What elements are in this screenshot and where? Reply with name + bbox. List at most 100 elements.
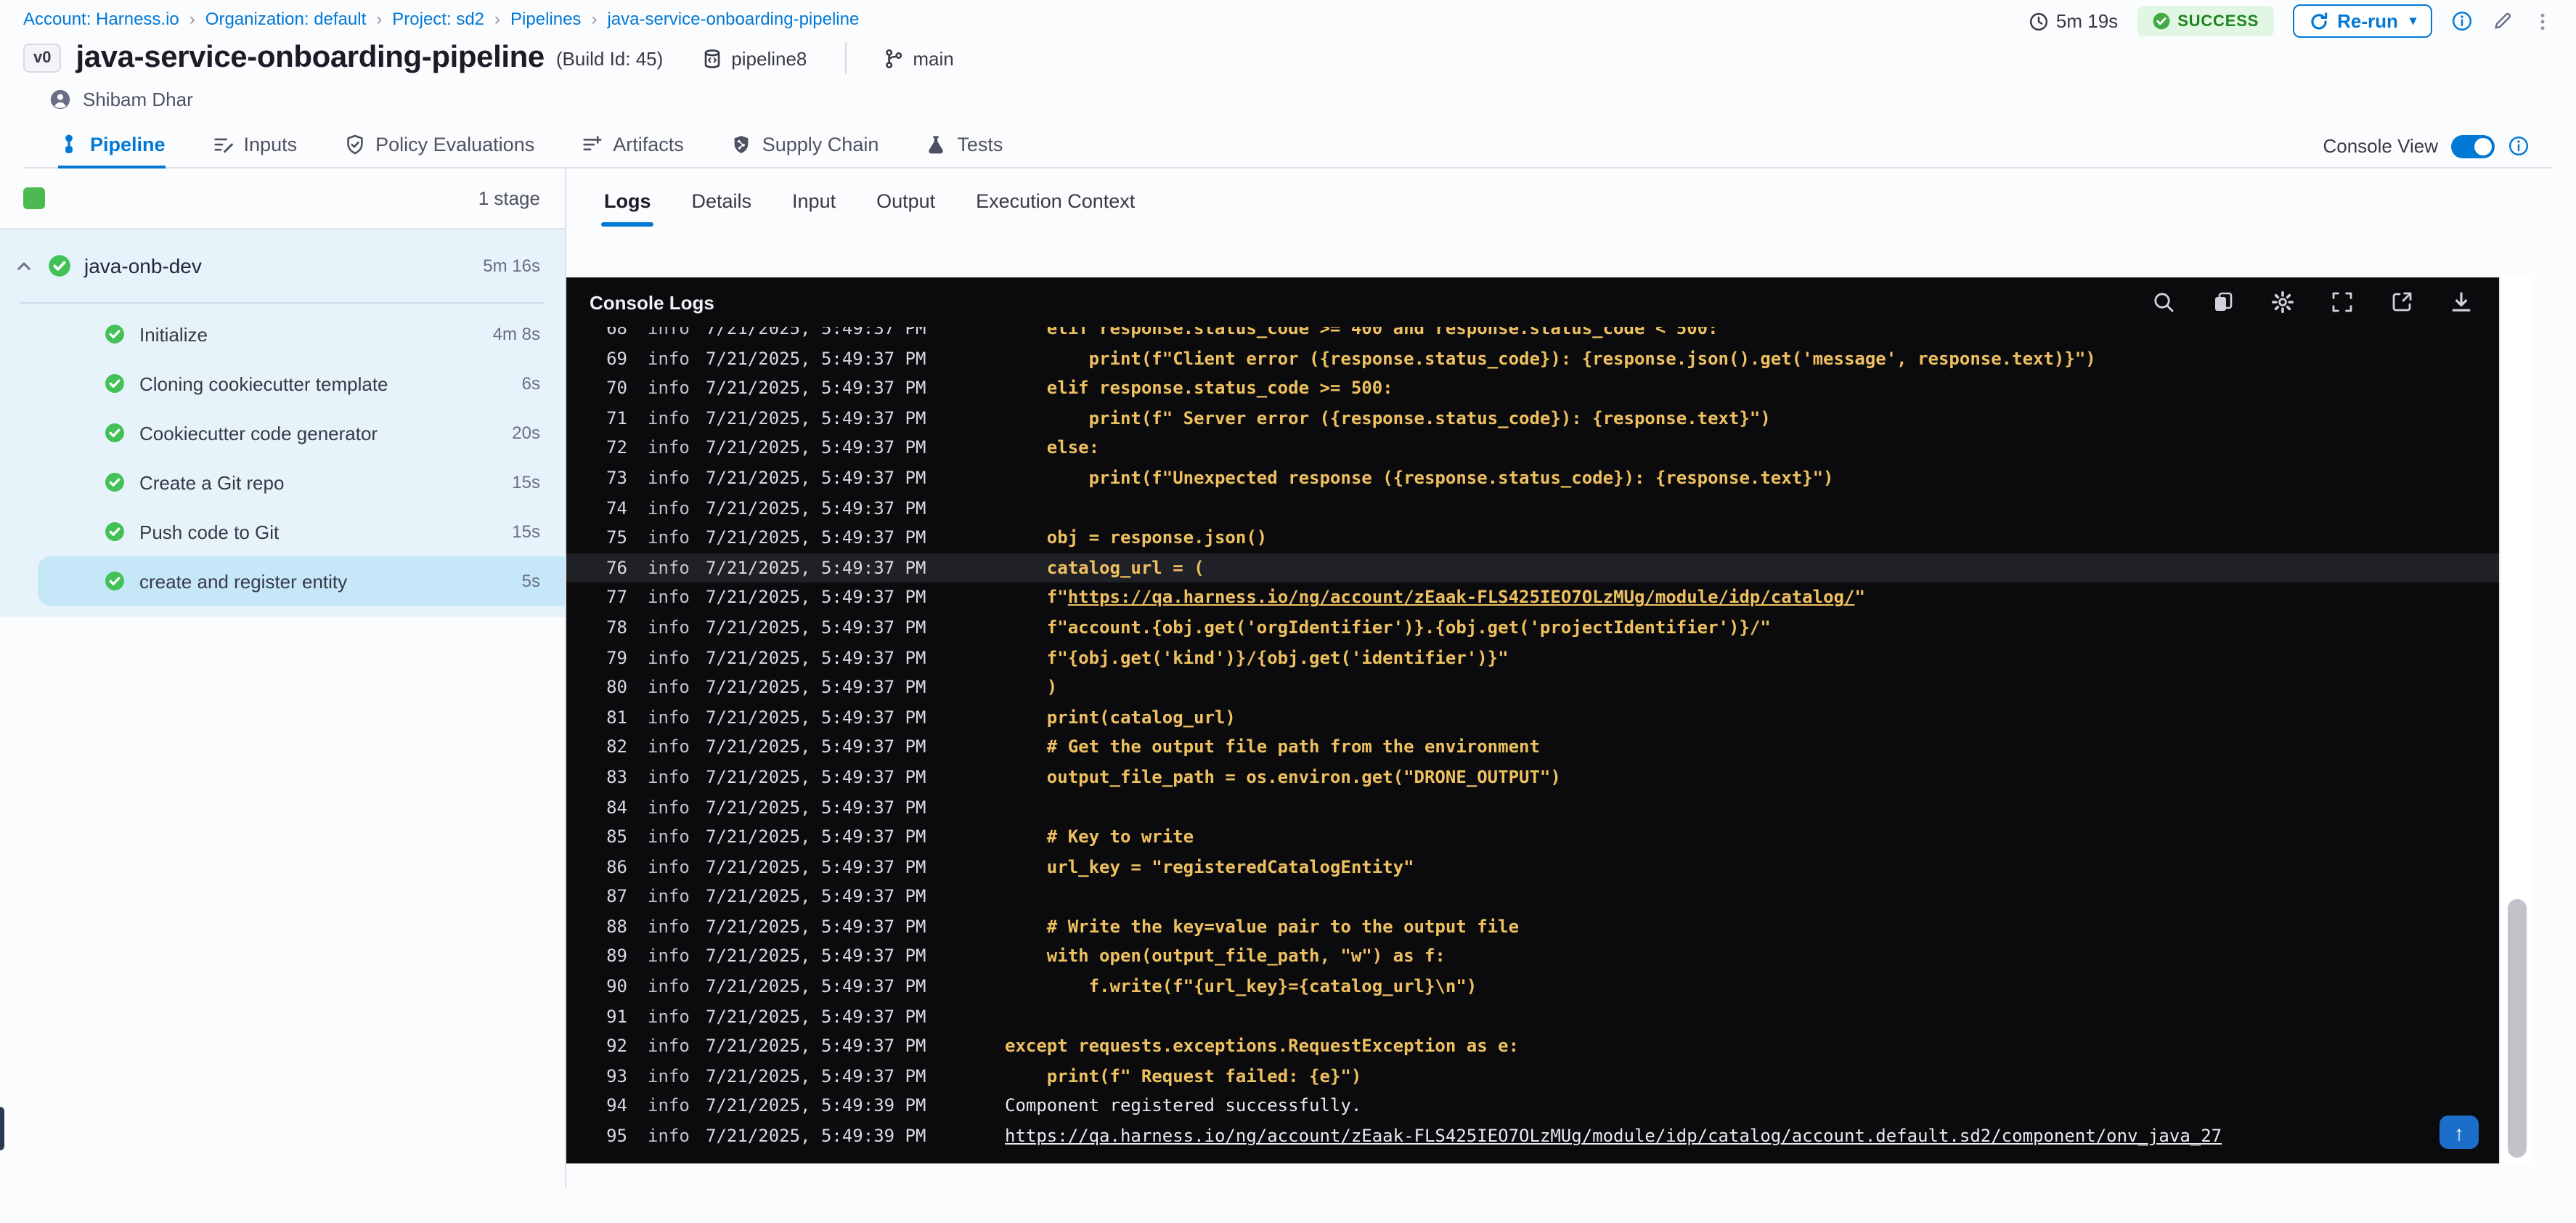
detail-tab-input[interactable]: Input xyxy=(792,190,836,227)
log-line-number: 94 xyxy=(606,1095,627,1116)
info-icon[interactable] xyxy=(2508,135,2530,157)
tab-supply-chain[interactable]: Supply Chain xyxy=(730,125,879,167)
step-duration: 5s xyxy=(521,571,540,591)
console-view-toggle[interactable] xyxy=(2451,134,2495,158)
build-id-label: (Build Id: 45) xyxy=(555,47,664,69)
chevron-up-icon[interactable] xyxy=(15,256,33,275)
log-timestamp: 7/21/2025, 5:49:37 PM xyxy=(706,736,926,757)
detail-tab-output[interactable]: Output xyxy=(876,190,935,227)
tab-artifacts[interactable]: Artifacts xyxy=(581,125,684,167)
detail-tab-logs[interactable]: Logs xyxy=(600,190,655,227)
copy-button[interactable] xyxy=(2212,290,2235,314)
breadcrumb-link[interactable]: java-service-onboarding-pipeline xyxy=(607,9,859,29)
copy-icon xyxy=(2212,290,2235,314)
log-timestamp: 7/21/2025, 5:49:37 PM xyxy=(706,378,926,399)
step-row-cookiecutter-code-generator[interactable]: Cookiecutter code generator 20s xyxy=(0,408,565,458)
log-line-number: 89 xyxy=(606,946,627,967)
step-success-icon xyxy=(105,373,125,394)
log-line: 71 info 7/21/2025, 5:49:37 PM print(f" Ser… xyxy=(566,404,2499,434)
step-success-icon xyxy=(105,472,125,492)
tab-tests[interactable]: Tests xyxy=(925,125,1003,167)
log-viewport[interactable]: 68 info 7/21/2025, 5:49:37 PM elif respons… xyxy=(566,327,2499,1163)
log-line: 85 info 7/21/2025, 5:49:37 PM # Key to wri… xyxy=(566,822,2499,852)
download-button[interactable] xyxy=(2450,290,2473,314)
breadcrumb-separator-icon: › xyxy=(591,9,598,29)
log-level: info xyxy=(648,1095,690,1116)
log-line-number: 79 xyxy=(606,647,627,668)
log-message: # Write the key=value pair to the output… xyxy=(1005,916,1520,937)
scrollbar-thumb[interactable] xyxy=(2508,899,2527,1158)
console-scrollbar[interactable] xyxy=(2499,277,2532,1163)
log-message: with open(output_file_path, "w") as f: xyxy=(1005,946,1446,967)
step-row-initialize[interactable]: Initialize 4m 8s xyxy=(0,309,565,359)
tab-inputs[interactable]: Inputs xyxy=(212,125,298,167)
info-icon xyxy=(2451,10,2473,32)
breadcrumb-link[interactable]: Project: sd2 xyxy=(392,9,484,29)
search-button[interactable] xyxy=(2152,290,2175,314)
log-timestamp: 7/21/2025, 5:49:37 PM xyxy=(706,856,926,877)
step-row-create-a-git-repo[interactable]: Create a Git repo 15s xyxy=(0,458,565,507)
info-button[interactable] xyxy=(2451,10,2473,32)
log-line: 77 info 7/21/2025, 5:49:37 PM f"https://qa… xyxy=(566,583,2499,613)
log-level: info xyxy=(648,797,690,817)
step-row-create-and-register-entity[interactable]: create and register entity 5s xyxy=(38,556,565,606)
log-level: info xyxy=(648,976,690,997)
tab-pipeline[interactable]: Pipeline xyxy=(58,125,166,168)
log-message: ) xyxy=(1005,677,1058,698)
log-timestamp: 7/21/2025, 5:49:37 PM xyxy=(706,647,926,668)
log-level: info xyxy=(648,557,690,578)
scroll-to-top-button[interactable]: ↑ xyxy=(2440,1116,2479,1149)
step-duration: 6s xyxy=(521,373,540,394)
log-line: 68 info 7/21/2025, 5:49:37 PM elif respons… xyxy=(566,327,2499,344)
branch-label: main xyxy=(913,47,954,69)
title-row: v0 java-service-onboarding-pipeline (Bui… xyxy=(23,41,2553,76)
log-line-number: 82 xyxy=(606,736,627,757)
rerun-label: Re-run xyxy=(2337,10,2398,32)
log-level: info xyxy=(648,1006,690,1027)
log-line-number: 83 xyxy=(606,766,627,787)
log-timestamp: 7/21/2025, 5:49:37 PM xyxy=(706,437,926,458)
edit-pipeline-button[interactable] xyxy=(2492,10,2514,32)
log-timestamp: 7/21/2025, 5:49:37 PM xyxy=(706,497,926,519)
breadcrumb-link[interactable]: Pipelines xyxy=(510,9,581,29)
tab-policy-evaluations[interactable]: Policy Evaluations xyxy=(343,125,534,167)
more-options-button[interactable] xyxy=(2532,11,2553,31)
pipeline-icon xyxy=(58,134,80,155)
step-duration: 15s xyxy=(512,472,540,492)
log-line-number: 86 xyxy=(606,856,627,877)
log-line-number: 90 xyxy=(606,976,627,997)
log-line-number: 87 xyxy=(606,886,627,907)
console-toolbar xyxy=(2152,290,2473,314)
open-in-new-icon xyxy=(2390,290,2413,314)
fullscreen-icon xyxy=(2331,290,2354,314)
open-in-new-button[interactable] xyxy=(2390,290,2413,314)
breadcrumb-link[interactable]: Account: Harness.io xyxy=(23,9,179,29)
execution-actions: 5m 19s SUCCESS Re-run ▾ xyxy=(2029,4,2553,38)
log-link[interactable]: https://qa.harness.io/ng/account/zEaak-F… xyxy=(1068,588,1855,608)
log-timestamp: 7/21/2025, 5:49:37 PM xyxy=(706,527,926,548)
detail-tab-details[interactable]: Details xyxy=(692,190,752,227)
detail-tab-execution-context[interactable]: Execution Context xyxy=(976,190,1135,227)
log-timestamp: 7/21/2025, 5:49:37 PM xyxy=(706,407,926,428)
rerun-button[interactable]: Re-run ▾ xyxy=(2292,4,2432,38)
arrow-up-icon: ↑ xyxy=(2454,1121,2464,1144)
console-title: Console Logs xyxy=(590,291,714,313)
log-link[interactable]: https://qa.harness.io/ng/account/zEaak-F… xyxy=(1005,1126,2222,1146)
log-line-number: 72 xyxy=(606,437,627,458)
fullscreen-button[interactable] xyxy=(2331,290,2354,314)
log-line-number: 70 xyxy=(606,378,627,399)
drawer-handle[interactable] xyxy=(0,1107,4,1150)
log-message: # Get the output file path from the envi… xyxy=(1005,736,1540,757)
log-message: print(f" Server error ({response.status_… xyxy=(1005,407,1771,428)
log-timestamp: 7/21/2025, 5:49:37 PM xyxy=(706,976,926,997)
stage-row-java-onb-dev[interactable]: java-onb-dev 5m 16s xyxy=(0,229,565,302)
breadcrumb-link[interactable]: Organization: default xyxy=(205,9,367,29)
log-timestamp: 7/21/2025, 5:49:37 PM xyxy=(706,766,926,787)
download-icon xyxy=(2450,290,2473,314)
settings-button[interactable] xyxy=(2271,290,2294,314)
step-row-push-code-to-git[interactable]: Push code to Git 15s xyxy=(0,507,565,556)
detail-tab-bar: Logs Details Input Output Execution Context xyxy=(566,168,2576,227)
step-row-cloning-cookiecutter-template[interactable]: Cloning cookiecutter template 6s xyxy=(0,359,565,408)
tab-label: Inputs xyxy=(243,134,298,155)
chevron-down-icon: ▾ xyxy=(2409,13,2416,28)
